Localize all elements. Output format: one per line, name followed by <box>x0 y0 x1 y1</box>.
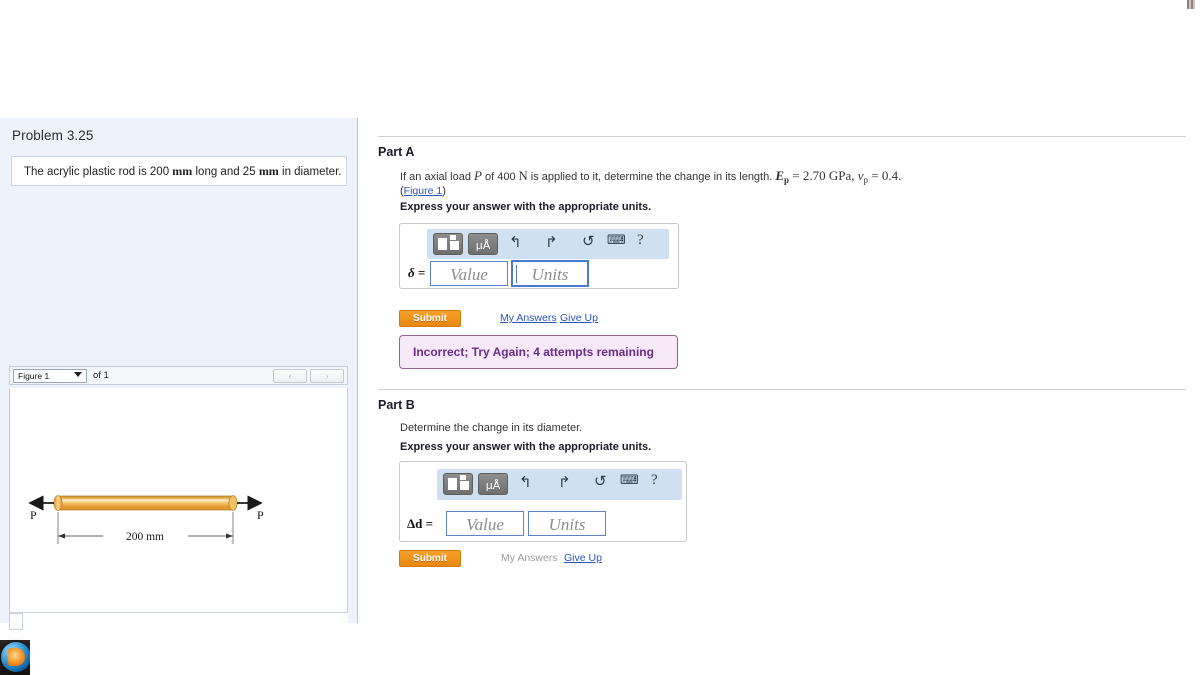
part-a-units-input[interactable]: Units <box>511 260 589 287</box>
part-a-heading: Part A <box>378 145 415 159</box>
statement-unit-mm-2: mm <box>258 164 279 178</box>
reset-icon[interactable]: ↺ <box>582 232 595 250</box>
part-a-instruction: Express your answer with the appropriate… <box>400 201 652 213</box>
part-a-divider <box>378 136 1186 137</box>
part-a-question: If an axial load P of 400 N is applied t… <box>400 168 940 188</box>
figure-select-dropdown[interactable]: Figure 1 <box>13 369 87 383</box>
svg-text:P: P <box>30 508 37 522</box>
part-b-give-up-link[interactable]: Give Up <box>564 552 602 564</box>
redo-icon[interactable]: ↱ <box>558 473 571 491</box>
figure-count-label: of 1 <box>93 370 109 381</box>
part-b-submit-button[interactable]: Submit <box>399 550 461 567</box>
part-a-answer-box: μÅ ↰ ↱ ↺ ⌨ ? δ = Value Units <box>399 223 679 289</box>
figure-1-link[interactable]: Figure 1 <box>404 185 443 197</box>
figure-next-button[interactable]: › <box>310 369 344 383</box>
part-a-feedback-box: Incorrect; Try Again; 4 attempts remaini… <box>399 335 678 369</box>
start-orb-icon[interactable] <box>1 642 31 672</box>
figure-toolbar: Figure 1 of 1 ‹ › <box>9 366 348 385</box>
redo-icon[interactable]: ↱ <box>545 233 558 251</box>
keyboard-icon[interactable]: ⌨ <box>620 473 639 488</box>
part-a-answer-toolbar: μÅ ↰ ↱ ↺ ⌨ ? <box>427 229 669 259</box>
keyboard-icon[interactable]: ⌨ <box>607 233 626 248</box>
statement-part-1: The acrylic plastic rod is 200 <box>24 166 173 178</box>
qa-symbol-E: E <box>775 168 785 183</box>
problem-statement-text: The acrylic plastic rod is 200 mm long a… <box>24 164 341 179</box>
qa-text-3: is applied to it, determine the change i… <box>527 171 776 183</box>
text-caret <box>516 265 517 283</box>
template-icon[interactable] <box>443 473 473 495</box>
problem-left-panel: Problem 3.25 The acrylic plastic rod is … <box>0 118 358 631</box>
qa-text-2: of 400 <box>481 171 519 183</box>
template-icon[interactable] <box>433 233 463 255</box>
figure-bottom-strip <box>9 612 348 631</box>
problem-statement-box: The acrylic plastic rod is 200 mm long a… <box>11 156 347 186</box>
figure-prev-button[interactable]: ‹ <box>273 369 307 383</box>
left-panel-scroll-handle[interactable] <box>9 613 23 630</box>
part-b-heading: Part B <box>378 398 415 412</box>
part-a-value-input[interactable]: Value <box>430 261 508 286</box>
scrollbar-corner-nub <box>1187 0 1195 9</box>
reset-icon[interactable]: ↺ <box>594 472 607 490</box>
part-a-my-answers-link[interactable]: My Answers <box>500 312 557 324</box>
part-a-feedback-text: Incorrect; Try Again; 4 attempts remaini… <box>413 345 654 359</box>
part-a-answer-symbol: δ = <box>408 265 426 280</box>
svg-text:200 mm: 200 mm <box>126 531 164 543</box>
part-b-answer-toolbar: μÅ ↰ ↱ ↺ ⌨ ? <box>437 469 682 500</box>
undo-icon[interactable]: ↰ <box>519 473 532 491</box>
undo-icon[interactable]: ↰ <box>509 233 522 251</box>
part-a-give-up-link[interactable]: Give Up <box>560 312 598 324</box>
part-a-units-placeholder: Units <box>531 265 569 284</box>
figure-select-value: Figure 1 <box>18 371 50 381</box>
figure-canvas: P P 200 mm 200 mm P P <box>9 388 348 631</box>
svg-text:P: P <box>257 508 264 522</box>
part-b-divider <box>378 389 1186 390</box>
part-b-units-input[interactable]: Units <box>528 511 606 536</box>
part-b-value-input[interactable]: Value <box>446 511 524 536</box>
units-icon[interactable]: μÅ <box>468 233 498 255</box>
windows-taskbar <box>0 640 1200 675</box>
part-b-answer-symbol: Δd = <box>407 516 434 531</box>
statement-part-2: long and 25 <box>192 166 259 178</box>
part-b-instruction: Express your answer with the appropriate… <box>400 441 652 453</box>
units-icon-label: μÅ <box>485 479 501 492</box>
answer-right-panel: Part A If an axial load P of 400 N is ap… <box>358 118 1200 623</box>
part-b-answer-box: μÅ ↰ ↱ ↺ ⌨ ? Δd = Value Units <box>399 461 687 542</box>
browser-page: Problem 3.25 The acrylic plastic rod is … <box>0 0 1200 675</box>
start-orb-flag <box>8 648 25 666</box>
chevron-down-icon <box>74 372 82 377</box>
units-icon[interactable]: μÅ <box>478 473 508 495</box>
help-icon[interactable]: ? <box>637 232 644 249</box>
part-a-figure-link-wrap: (Figure 1) <box>400 185 446 197</box>
qa-unit-N: N <box>518 169 528 183</box>
units-icon-label: μÅ <box>475 239 491 252</box>
statement-part-3: in diameter. <box>278 166 342 178</box>
rod-diagram: P P 200 mm <box>28 495 264 544</box>
qa-symbol-P: P <box>474 168 482 183</box>
part-a-submit-button[interactable]: Submit <box>399 310 461 327</box>
part-b-my-answers-link: My Answers <box>501 552 558 564</box>
help-icon[interactable]: ? <box>651 472 658 489</box>
qa-E-value: = 2.70 GPa, <box>789 168 858 183</box>
taskbar-window-area <box>30 640 1200 675</box>
qa-nu-value: = 0.4. <box>868 168 902 183</box>
part-b-question: Determine the change in its diameter. <box>400 422 583 434</box>
qa-text-1: If an axial load <box>400 171 474 183</box>
page-title: Problem 3.25 <box>12 128 94 143</box>
statement-unit-mm-1: mm <box>172 164 193 178</box>
